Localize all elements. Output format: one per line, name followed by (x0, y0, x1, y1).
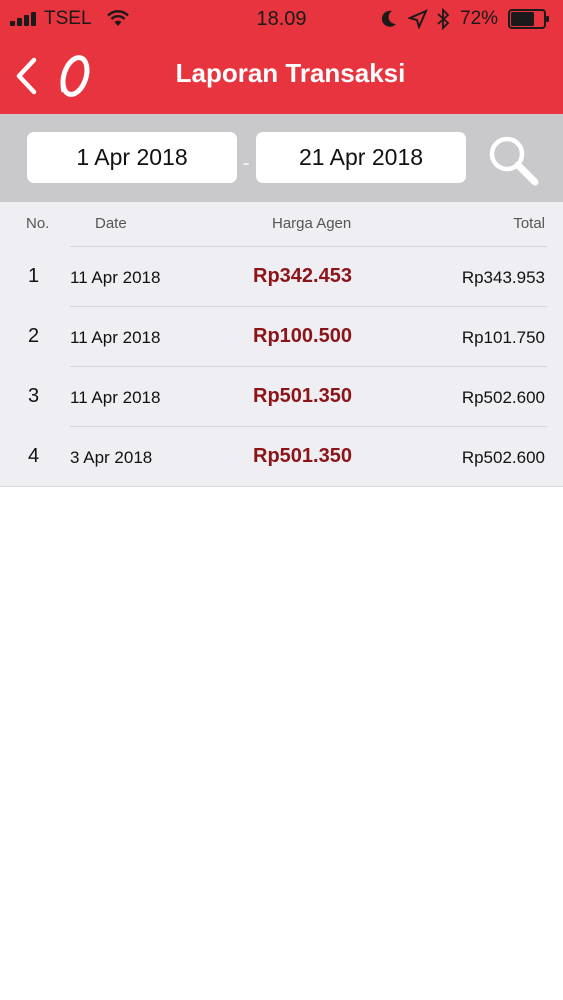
battery-icon (508, 9, 549, 29)
column-header-no: No. (26, 215, 50, 232)
row-harga-agen: Rp342.453 (253, 265, 352, 287)
row-date: 3 Apr 2018 (70, 448, 153, 467)
row-total: Rp101.750 (461, 328, 545, 347)
date-filter-bar: 1 Apr 2018 - 21 Apr 2018 (0, 114, 563, 202)
row-harga-agen: Rp501.350 (253, 385, 352, 407)
table-bottom-border (0, 486, 563, 487)
column-header-total: Total (513, 215, 545, 232)
back-button[interactable] (12, 56, 42, 96)
row-number: 1 (28, 265, 40, 287)
bluetooth-icon (437, 8, 450, 30)
row-number: 2 (28, 325, 40, 347)
search-button[interactable] (485, 132, 541, 188)
battery-percent: 72% (460, 8, 499, 29)
moon-icon (381, 10, 396, 27)
column-header-harga-agen: Harga Agen (272, 215, 352, 232)
table-row[interactable]: 4 3 Apr 2018 Rp501.350 Rp502.600 (0, 427, 563, 487)
date-separator: - (242, 150, 250, 175)
row-harga-agen: Rp100.500 (253, 325, 352, 347)
table-row[interactable]: 2 11 Apr 2018 Rp100.500 Rp101.750 (0, 307, 563, 367)
row-number: 4 (28, 445, 40, 467)
table-header: No. Date Harga Agen Total (0, 202, 563, 246)
navigation-bar: Laporan Transaksi (0, 38, 563, 114)
top-bar: TSEL 18.09 72% Laporan Transaksi (0, 0, 563, 114)
row-number: 3 (28, 385, 40, 407)
transactions-table: No. Date Harga Agen Total 1 11 Apr 2018 … (0, 202, 563, 486)
row-date: 11 Apr 2018 (70, 268, 161, 287)
row-total: Rp343.953 (461, 268, 545, 287)
status-bar: TSEL 18.09 72% (0, 0, 563, 38)
start-date-field[interactable]: 1 Apr 2018 (27, 132, 237, 183)
row-harga-agen: Rp501.350 (253, 445, 352, 467)
status-icons (380, 8, 460, 30)
location-arrow-icon (408, 9, 428, 29)
end-date-field[interactable]: 21 Apr 2018 (256, 132, 466, 183)
search-icon (489, 136, 539, 186)
row-total: Rp502.600 (461, 448, 545, 467)
row-date: 11 Apr 2018 (70, 388, 161, 407)
column-header-date: Date (95, 215, 127, 232)
table-row[interactable]: 3 11 Apr 2018 Rp501.350 Rp502.600 (0, 367, 563, 427)
brand-logo-icon (60, 55, 90, 97)
row-total: Rp502.600 (461, 388, 545, 407)
page-title: Laporan Transaksi (175, 58, 406, 88)
table-row[interactable]: 1 11 Apr 2018 Rp342.453 Rp343.953 (0, 247, 563, 307)
row-date: 11 Apr 2018 (70, 328, 161, 347)
